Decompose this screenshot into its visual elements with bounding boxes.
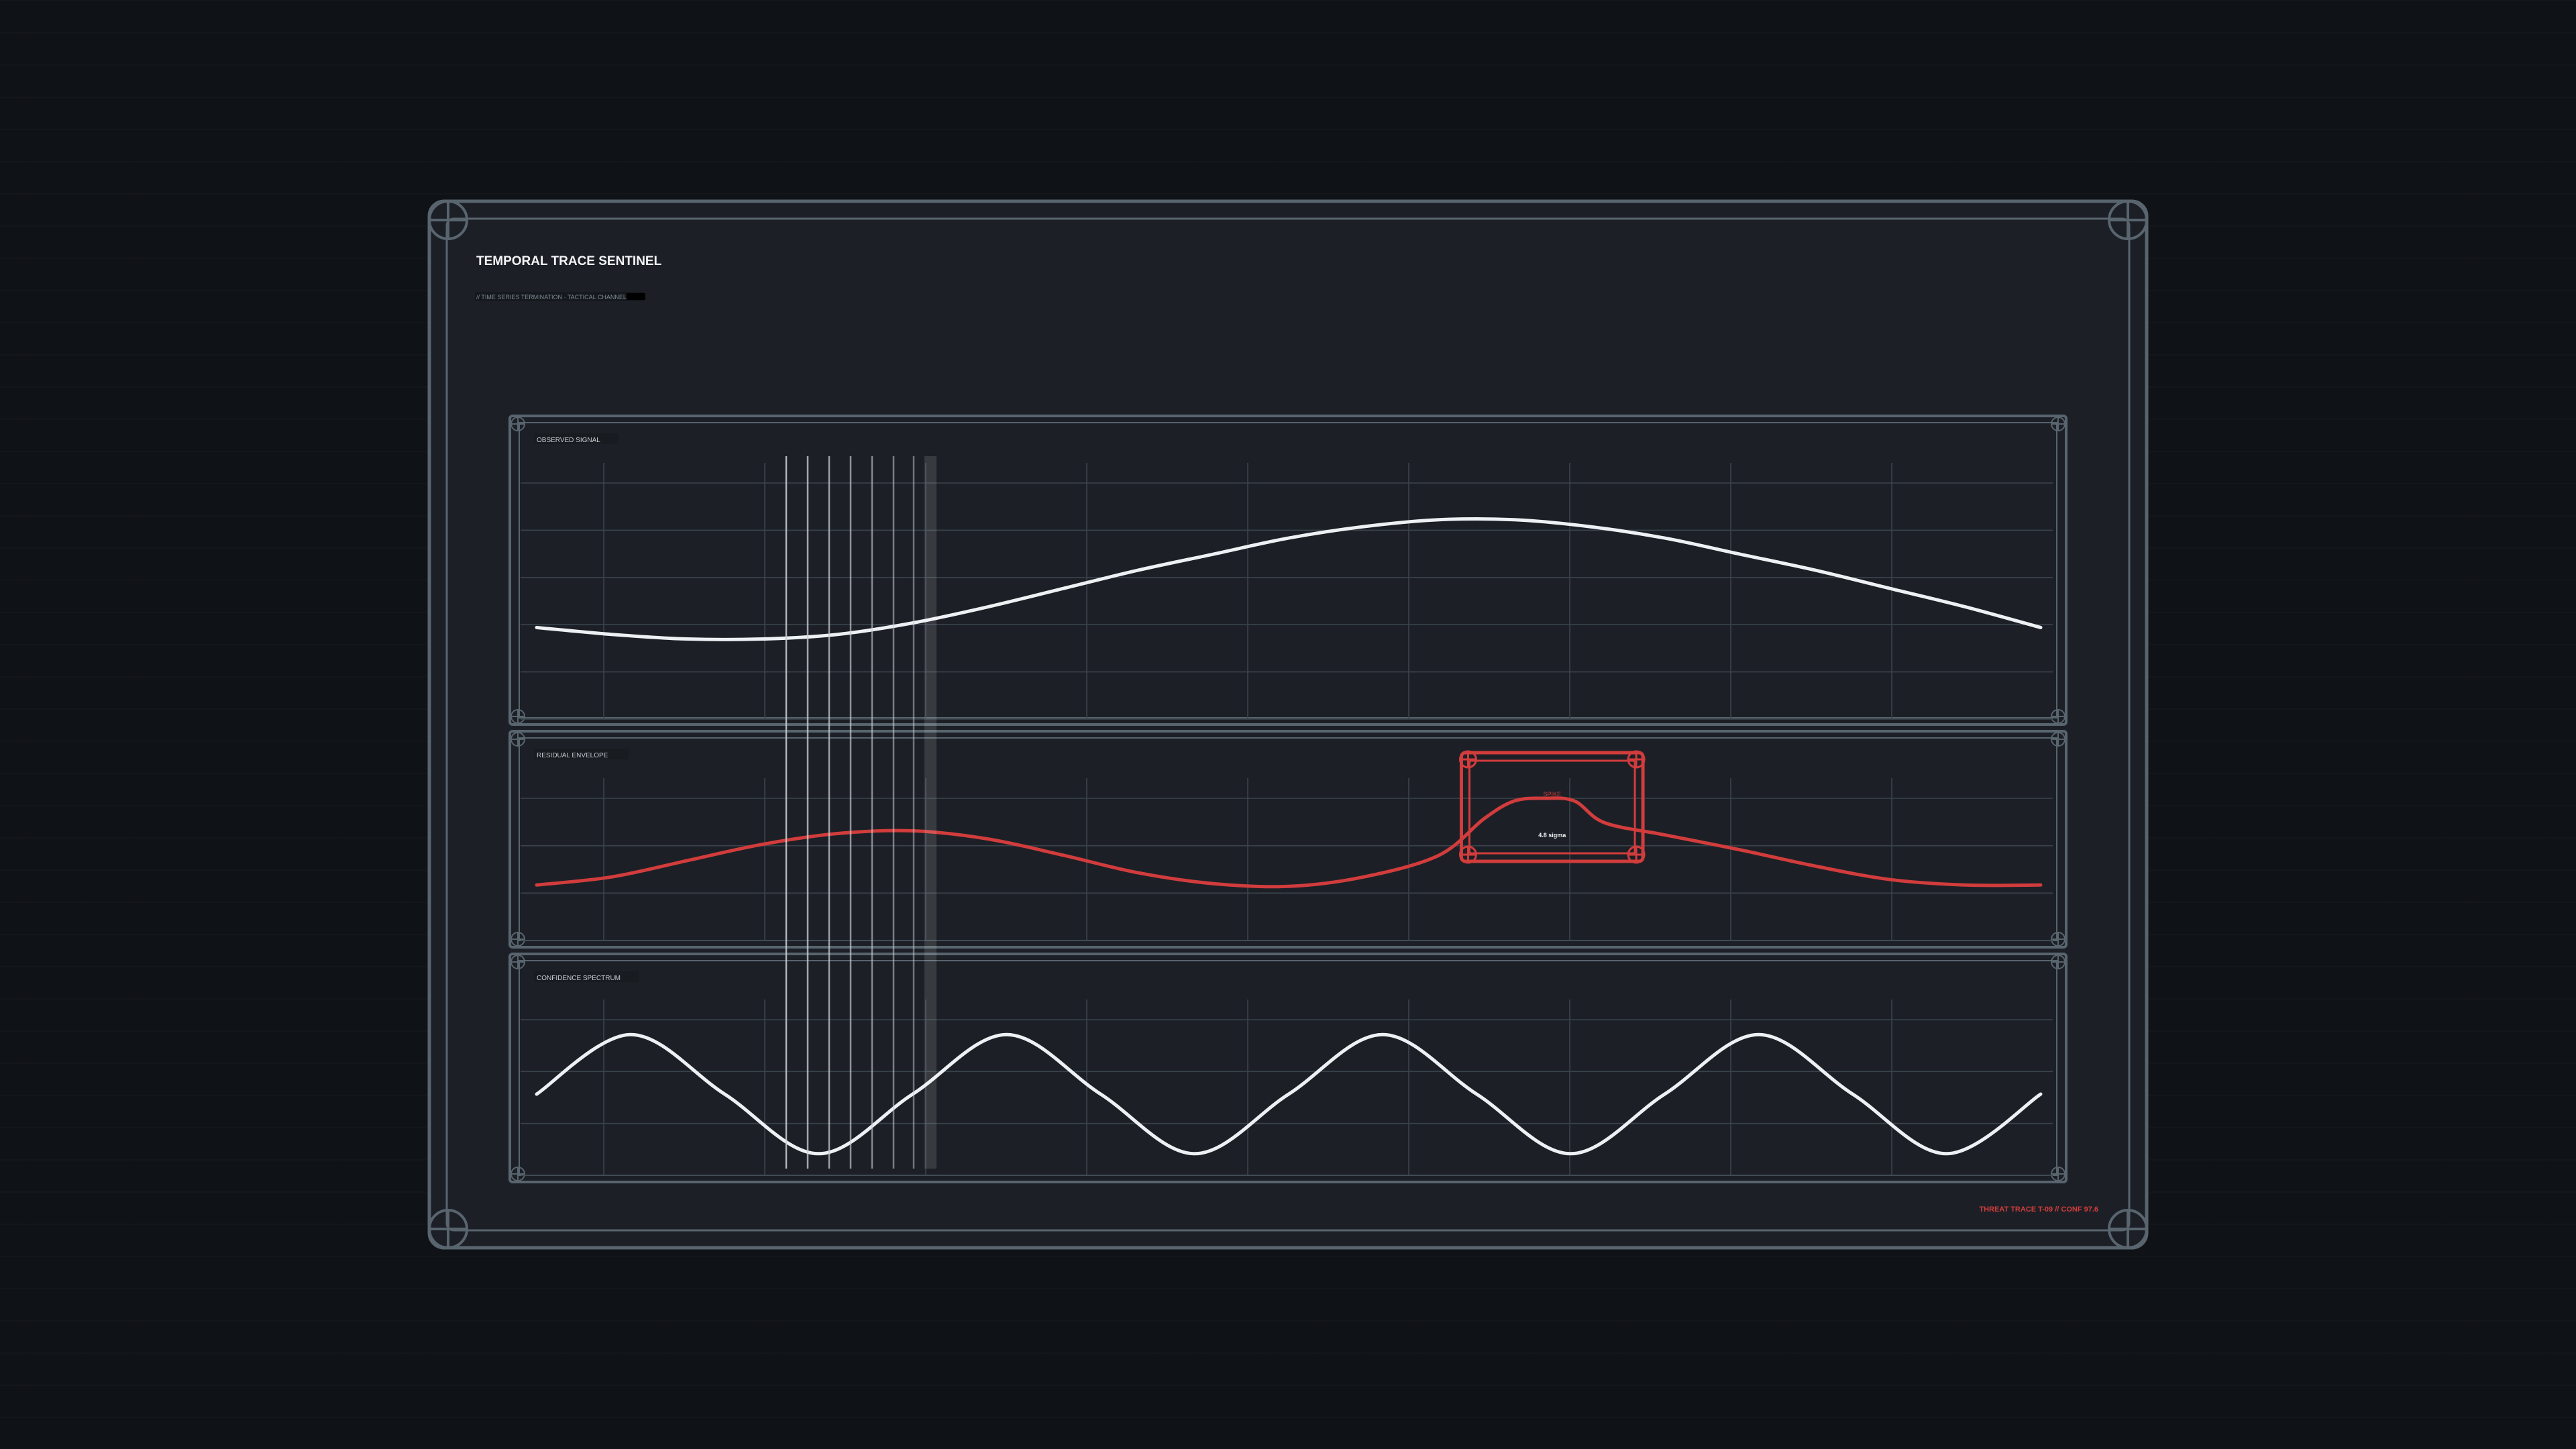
panel-title: CONFIDENCE SPECTRUM [537,975,621,982]
panel-frame-inner [519,960,2057,1176]
subtitle-tag [627,293,645,300]
page-title: TEMPORAL TRACE SENTINEL [476,254,662,268]
panel-frame-inner [519,737,2057,941]
dashboard-canvas: TEMPORAL TRACE SENTINEL // TIME SERIES T… [427,199,2149,1250]
panel-frame-inner [519,422,2057,718]
annotation-box-inner [1468,759,1636,855]
frame-crosshair-0 [428,200,468,240]
panel-frame-outer [508,730,2068,949]
annotation-value: 4.8 sigma [1538,832,1566,839]
panel-frame-outer [508,953,2068,1183]
frame-crosshair-1 [2108,200,2148,240]
annotation-crosshair-1 [1627,750,1646,769]
plot-grid [521,463,2053,720]
panel-crosshair-3 [2051,709,2065,724]
panel-crosshair-1 [2051,732,2065,747]
frame-crosshair-3 [2108,1209,2148,1249]
annotation-crosshair-3 [1627,845,1646,864]
panel-crosshair-0 [511,955,525,969]
series-line [535,796,2043,889]
chart-panel-1: RESIDUAL ENVELOPE SPIKE 4.8 sigma [508,730,2068,949]
plot-grid [521,1000,2053,1176]
panel-crosshair-2 [511,1167,525,1181]
chart-panel-0: OBSERVED SIGNAL [508,415,2068,726]
annotation-box-outer [1459,751,1645,863]
threat-status-readout: THREAT TRACE T-09 // CONF 97.6 [1979,1205,2098,1214]
chart-stack: OBSERVED SIGNAL RESIDUAL ENVELOPE SPIKE 4.8… [508,415,2068,1183]
panel-crosshair-2 [511,709,525,724]
chart-panel-2: CONFIDENCE SPECTRUM [508,953,2068,1183]
series-line [535,517,2043,641]
panel-crosshair-0 [511,732,525,747]
annotation-label: SPIKE [1544,791,1562,798]
panel-title: RESIDUAL ENVELOPE [537,752,608,759]
panel-crosshair-3 [2051,1167,2065,1181]
panel-crosshair-2 [511,932,525,947]
panel-title: OBSERVED SIGNAL [537,437,600,444]
page-subtitle: // TIME SERIES TERMINATION · TACTICAL CH… [476,294,627,301]
series-line [535,1032,2043,1156]
plot-grid [521,778,2053,941]
panel-frame-outer [508,415,2068,726]
scan-cursor-group [785,456,939,1169]
frame-crosshair-2 [428,1209,468,1249]
panel-crosshair-1 [2051,417,2065,431]
annotation-crosshair-0 [1458,750,1477,769]
panel-crosshair-0 [511,417,525,431]
scan-cursor-halo [924,456,936,1169]
panel-crosshair-1 [2051,955,2065,969]
panel-crosshair-3 [2051,932,2065,947]
annotation-crosshair-2 [1458,845,1477,864]
